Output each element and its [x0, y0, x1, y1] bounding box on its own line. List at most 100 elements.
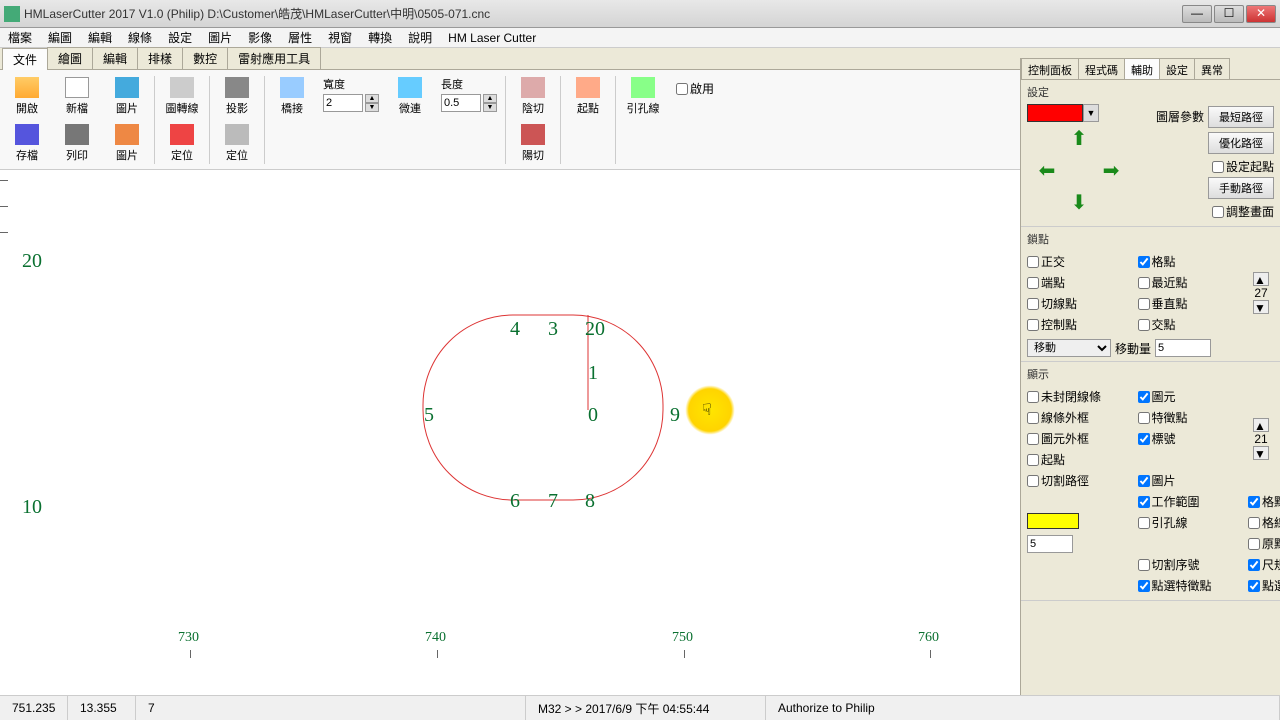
- layer-color-dropdown[interactable]: ▼: [1083, 104, 1099, 122]
- node-8: 8: [585, 490, 595, 513]
- screen-button[interactable]: 定位: [214, 121, 260, 166]
- tan-checkbox[interactable]: [1027, 298, 1039, 310]
- tab-file[interactable]: 文件: [2, 48, 48, 70]
- menu-layer[interactable]: 層性: [280, 27, 320, 48]
- length-input[interactable]: [441, 94, 481, 112]
- inter-checkbox[interactable]: [1138, 319, 1150, 331]
- menu-draw[interactable]: 編圖: [40, 27, 80, 48]
- enable-checkbox[interactable]: [676, 83, 688, 95]
- leadwire-checkbox[interactable]: [1138, 517, 1150, 529]
- menu-image[interactable]: 圖片: [200, 27, 240, 48]
- rtab-control[interactable]: 控制面板: [1021, 58, 1079, 79]
- cutpath-checkbox[interactable]: [1027, 475, 1039, 487]
- menu-convert[interactable]: 轉換: [360, 27, 400, 48]
- width-input[interactable]: [323, 94, 363, 112]
- menu-line[interactable]: 線條: [120, 27, 160, 48]
- width-up[interactable]: ▲: [365, 94, 379, 103]
- picture2-button[interactable]: 圖片: [104, 121, 150, 166]
- end-checkbox[interactable]: [1027, 277, 1039, 289]
- near-checkbox[interactable]: [1138, 277, 1150, 289]
- grid-checkbox[interactable]: [1138, 256, 1150, 268]
- yin-button[interactable]: 陰切: [510, 74, 556, 119]
- save-button[interactable]: 存檔: [4, 121, 50, 166]
- cutseq-checkbox[interactable]: [1138, 559, 1150, 571]
- micro-button[interactable]: 微連: [387, 74, 433, 119]
- snap-scroll-up[interactable]: ▲: [1253, 272, 1269, 286]
- frame-checkbox[interactable]: [1027, 412, 1039, 424]
- new-button[interactable]: 新檔: [54, 74, 100, 119]
- menu-hmlaser[interactable]: HM Laser Cutter: [440, 29, 544, 47]
- menu-help[interactable]: 說明: [400, 27, 440, 48]
- snap-scroll-down[interactable]: ▼: [1253, 300, 1269, 314]
- ruler-checkbox[interactable]: [1248, 559, 1260, 571]
- arrow-up-button[interactable]: ⬆: [1065, 124, 1093, 152]
- arrow-down-button[interactable]: ⬇: [1065, 188, 1093, 216]
- menu-setting[interactable]: 設定: [160, 27, 200, 48]
- rtab-code[interactable]: 程式碼: [1078, 58, 1125, 79]
- set-origin-checkbox[interactable]: [1212, 161, 1224, 173]
- maximize-button[interactable]: ☐: [1214, 5, 1244, 23]
- move-select[interactable]: 移動: [1027, 339, 1111, 357]
- project-button[interactable]: 投影: [214, 74, 260, 119]
- yang-button[interactable]: 陽切: [510, 121, 556, 166]
- adjust-checkbox[interactable]: [1212, 206, 1224, 218]
- entity-checkbox[interactable]: [1138, 391, 1150, 403]
- tab-nest[interactable]: 排樣: [137, 47, 183, 69]
- open-button[interactable]: 開啟: [4, 74, 50, 119]
- save-icon: [15, 124, 39, 145]
- menu-photo[interactable]: 影像: [240, 27, 280, 48]
- manual-path-button[interactable]: 手動路徑: [1208, 177, 1274, 199]
- menu-file[interactable]: 檔案: [0, 27, 40, 48]
- close-button[interactable]: ✕: [1246, 5, 1276, 23]
- perp-checkbox[interactable]: [1138, 298, 1150, 310]
- orig-checkbox[interactable]: [1248, 538, 1260, 550]
- ortho-checkbox[interactable]: [1027, 256, 1039, 268]
- img-checkbox[interactable]: [1138, 475, 1150, 487]
- glines-input[interactable]: [1027, 535, 1073, 553]
- tab-edit[interactable]: 編輯: [92, 47, 138, 69]
- workarea-checkbox[interactable]: [1138, 496, 1150, 508]
- length-label: 長度: [441, 76, 467, 92]
- canvas-area[interactable]: 20 10 4 3 20 1 0 5 9 6 7 8 ☟ 730 740 750…: [0, 170, 1020, 695]
- move-amt-input[interactable]: [1155, 339, 1211, 357]
- disp-scroll-up[interactable]: ▲: [1253, 418, 1269, 432]
- rotate-button[interactable]: 圖轉線: [159, 74, 205, 119]
- gpts-checkbox[interactable]: [1248, 496, 1260, 508]
- picture-button[interactable]: 圖片: [104, 74, 150, 119]
- seldash-checkbox[interactable]: [1248, 580, 1260, 592]
- bridge-button[interactable]: 橋接: [269, 74, 315, 119]
- pin-icon: [170, 124, 194, 145]
- selfeat-checkbox[interactable]: [1138, 580, 1150, 592]
- arrow-right-button[interactable]: ➡: [1097, 156, 1125, 184]
- minimize-button[interactable]: —: [1182, 5, 1212, 23]
- glines-checkbox[interactable]: [1248, 517, 1260, 529]
- shortest-path-button[interactable]: 最短路徑: [1208, 106, 1274, 128]
- print-button[interactable]: 列印: [54, 121, 100, 166]
- layer-color-swatch[interactable]: [1027, 104, 1083, 122]
- rtab-setting[interactable]: 設定: [1159, 58, 1195, 79]
- screen-icon: [225, 124, 249, 145]
- ctrl-checkbox[interactable]: [1027, 319, 1039, 331]
- lead-button[interactable]: 引孔線: [620, 74, 666, 119]
- disp-scroll-down[interactable]: ▼: [1253, 446, 1269, 460]
- rtab-assist[interactable]: 輔助: [1124, 58, 1160, 79]
- open-checkbox[interactable]: [1027, 391, 1039, 403]
- pin-button[interactable]: 定位: [159, 121, 205, 166]
- length-up[interactable]: ▲: [483, 94, 497, 103]
- start-checkbox[interactable]: [1027, 454, 1039, 466]
- width-down[interactable]: ▼: [365, 103, 379, 112]
- origin-button[interactable]: 起點: [565, 74, 611, 119]
- feat-checkbox[interactable]: [1138, 412, 1150, 424]
- tab-draw[interactable]: 繪圖: [47, 47, 93, 69]
- eframe-checkbox[interactable]: [1027, 433, 1039, 445]
- rtab-error[interactable]: 異常: [1194, 58, 1230, 79]
- menu-window[interactable]: 視窗: [320, 27, 360, 48]
- length-down[interactable]: ▼: [483, 103, 497, 112]
- tab-laser-tools[interactable]: 雷射應用工具: [227, 47, 321, 69]
- optimize-path-button[interactable]: 優化路徑: [1208, 132, 1274, 154]
- menu-edit[interactable]: 編輯: [80, 27, 120, 48]
- arrow-left-button[interactable]: ⬅: [1033, 156, 1061, 184]
- mark-checkbox[interactable]: [1138, 433, 1150, 445]
- tab-nc[interactable]: 數控: [182, 47, 228, 69]
- grid-color-swatch[interactable]: [1027, 513, 1079, 529]
